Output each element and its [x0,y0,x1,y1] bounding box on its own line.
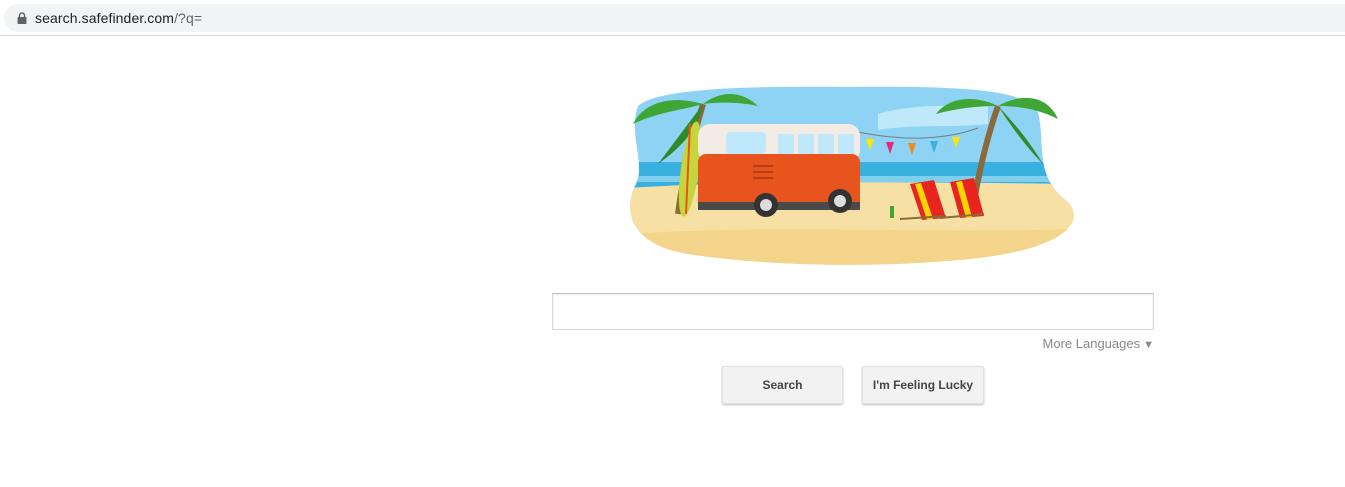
camper-van [698,124,860,217]
address-bar: search.safefinder.com/?q= [0,0,1345,36]
lock-icon[interactable] [16,12,28,24]
beach-van-logo [630,86,1074,265]
url-text[interactable]: search.safefinder.com/?q= [35,10,202,26]
url-host: search.safefinder.com [35,10,175,26]
caret-down-icon: ▼ [1143,339,1154,351]
more-languages-link[interactable]: More Languages ▼ [1043,336,1154,351]
more-languages-label: More Languages [1042,336,1141,351]
search-input[interactable] [553,294,1153,329]
search-button[interactable]: Search [722,366,843,404]
url-path: /?q= [174,10,203,26]
search-box[interactable] [552,293,1154,330]
omnibox[interactable]: search.safefinder.com/?q= [4,4,1345,32]
feeling-lucky-button[interactable]: I'm Feeling Lucky [862,366,984,404]
